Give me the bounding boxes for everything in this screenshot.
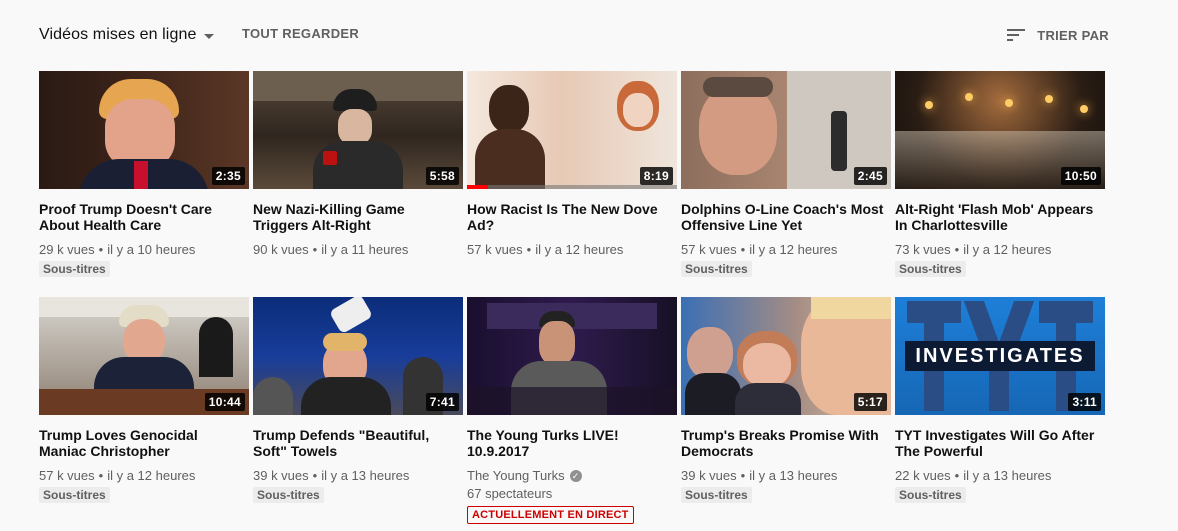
upload-age: il y a 13 heures [963, 468, 1052, 483]
view-count: 29 k vues [39, 242, 95, 257]
view-count: 57 k vues [467, 242, 523, 257]
verified-check-icon: ✓ [569, 470, 582, 482]
upload-age: il y a 13 heures [321, 468, 410, 483]
play-all-button[interactable]: TOUT REGARDER [242, 26, 359, 41]
upload-age: il y a 13 heures [749, 468, 838, 483]
live-viewer-count: 67 spectateurs [467, 486, 553, 501]
video-card: 10:50 Alt-Right 'Flash Mob' Appears In C… [895, 71, 1105, 278]
subtitles-badge: Sous-titres [253, 487, 324, 503]
video-thumbnail[interactable]: 2:45 [681, 71, 891, 189]
video-card: The Young Turks LIVE! 10.9.2017 The Youn… [467, 297, 677, 524]
video-card: 8:19 How Racist Is The New Dove Ad? 57 k… [467, 71, 677, 259]
video-meta: 57 k vues • il y a 12 heures [467, 242, 624, 257]
video-thumbnail[interactable]: 10:50 [895, 71, 1105, 189]
video-thumbnail[interactable]: 7:41 [253, 297, 463, 415]
subtitles-badge: Sous-titres [895, 487, 966, 503]
subtitles-badge: Sous-titres [681, 487, 752, 503]
video-thumbnail[interactable]: INVESTIGATES 3:11 [895, 297, 1105, 415]
video-title[interactable]: How Racist Is The New Dove Ad? [467, 201, 677, 233]
tyt-investigates-logo: INVESTIGATES [905, 341, 1095, 371]
upload-age: il y a 12 heures [963, 242, 1052, 257]
video-card: 2:45 Dolphins O-Line Coach's Most Offens… [681, 71, 891, 278]
sort-icon [1007, 28, 1026, 42]
video-title[interactable]: Alt-Right 'Flash Mob' Appears In Charlot… [895, 201, 1105, 233]
view-count: 39 k vues [681, 468, 737, 483]
subtitles-badge: Sous-titres [681, 261, 752, 277]
caret-down-icon [204, 33, 215, 39]
view-count: 39 k vues [253, 468, 309, 483]
channel-name[interactable]: The Young Turks [467, 467, 565, 485]
video-thumbnail[interactable] [467, 297, 677, 415]
upload-age: il y a 12 heures [535, 242, 624, 257]
video-card: 7:41 Trump Defends "Beautiful, Soft" Tow… [253, 297, 463, 504]
video-meta: 57 k vues • il y a 12 heures [39, 468, 196, 483]
view-count: 57 k vues [39, 468, 95, 483]
video-card: 5:58 New Nazi-Killing Game Triggers Alt-… [253, 71, 463, 259]
sort-button[interactable]: TRIER PAR [1007, 24, 1109, 46]
view-count: 57 k vues [681, 242, 737, 257]
video-title[interactable]: Proof Trump Doesn't Care About Health Ca… [39, 201, 249, 233]
sort-label: TRIER PAR [1037, 27, 1109, 43]
video-title[interactable]: Dolphins O-Line Coach's Most Offensive L… [681, 201, 891, 233]
subtitles-badge: Sous-titres [895, 261, 966, 277]
watch-progress-fill [467, 185, 488, 189]
video-duration: 3:11 [1068, 393, 1101, 411]
video-duration: 5:58 [425, 167, 459, 185]
video-duration: 2:45 [853, 167, 887, 185]
video-meta: 57 k vues • il y a 12 heures [681, 242, 838, 257]
upload-age: il y a 12 heures [107, 468, 196, 483]
video-title[interactable]: New Nazi-Killing Game Triggers Alt-Right [253, 201, 463, 233]
video-title[interactable]: Trump Loves Genocidal Maniac Christopher [39, 427, 249, 459]
video-thumbnail[interactable]: 8:19 [467, 71, 677, 189]
live-now-badge: ACTUELLEMENT EN DIRECT [467, 506, 634, 524]
video-meta: 29 k vues • il y a 10 heures [39, 242, 196, 257]
uploads-dropdown-label: Vidéos mises en ligne [39, 26, 197, 43]
video-card: 10:44 Trump Loves Genocidal Maniac Chris… [39, 297, 249, 504]
view-count: 90 k vues [253, 242, 309, 257]
video-duration: 10:44 [204, 393, 245, 411]
video-duration: 7:41 [425, 393, 459, 411]
video-meta: 39 k vues • il y a 13 heures [253, 468, 410, 483]
video-title[interactable]: Trump's Breaks Promise With Democrats [681, 427, 891, 459]
video-duration: 8:19 [639, 167, 673, 185]
video-meta: 90 k vues • il y a 11 heures [253, 242, 409, 257]
video-thumbnail[interactable]: 10:44 [39, 297, 249, 415]
video-duration: 5:17 [853, 393, 887, 411]
video-card: INVESTIGATES 3:11 TYT Investigates Will … [895, 297, 1105, 504]
view-count: 22 k vues [895, 468, 951, 483]
uploads-dropdown[interactable]: Vidéos mises en ligne [39, 24, 215, 46]
upload-age: il y a 11 heures [321, 242, 409, 257]
video-thumbnail[interactable]: 5:17 [681, 297, 891, 415]
video-title[interactable]: Trump Defends "Beautiful, Soft" Towels [253, 427, 463, 459]
subtitles-badge: Sous-titres [39, 487, 110, 503]
video-thumbnail[interactable]: 5:58 [253, 71, 463, 189]
video-meta: The Young Turks ✓ 67 spectateurs [467, 467, 677, 503]
watch-progress-bar [467, 185, 677, 189]
video-thumbnail[interactable]: 2:35 [39, 71, 249, 189]
video-duration: 10:50 [1060, 167, 1101, 185]
subtitles-badge: Sous-titres [39, 261, 110, 277]
upload-age: il y a 10 heures [107, 242, 196, 257]
video-card: 5:17 Trump's Breaks Promise With Democra… [681, 297, 891, 504]
video-title[interactable]: TYT Investigates Will Go After The Power… [895, 427, 1105, 459]
channel-videos-header: Vidéos mises en ligne TOUT REGARDER TRIE… [0, 0, 1178, 70]
video-meta: 73 k vues • il y a 12 heures [895, 242, 1052, 257]
video-card: 2:35 Proof Trump Doesn't Care About Heal… [39, 71, 249, 278]
view-count: 73 k vues [895, 242, 951, 257]
video-meta: 22 k vues • il y a 13 heures [895, 468, 1052, 483]
thumbnail-image [467, 297, 677, 415]
video-title[interactable]: The Young Turks LIVE! 10.9.2017 [467, 427, 677, 459]
upload-age: il y a 12 heures [749, 242, 838, 257]
video-meta: 39 k vues • il y a 13 heures [681, 468, 838, 483]
video-duration: 2:35 [211, 167, 245, 185]
